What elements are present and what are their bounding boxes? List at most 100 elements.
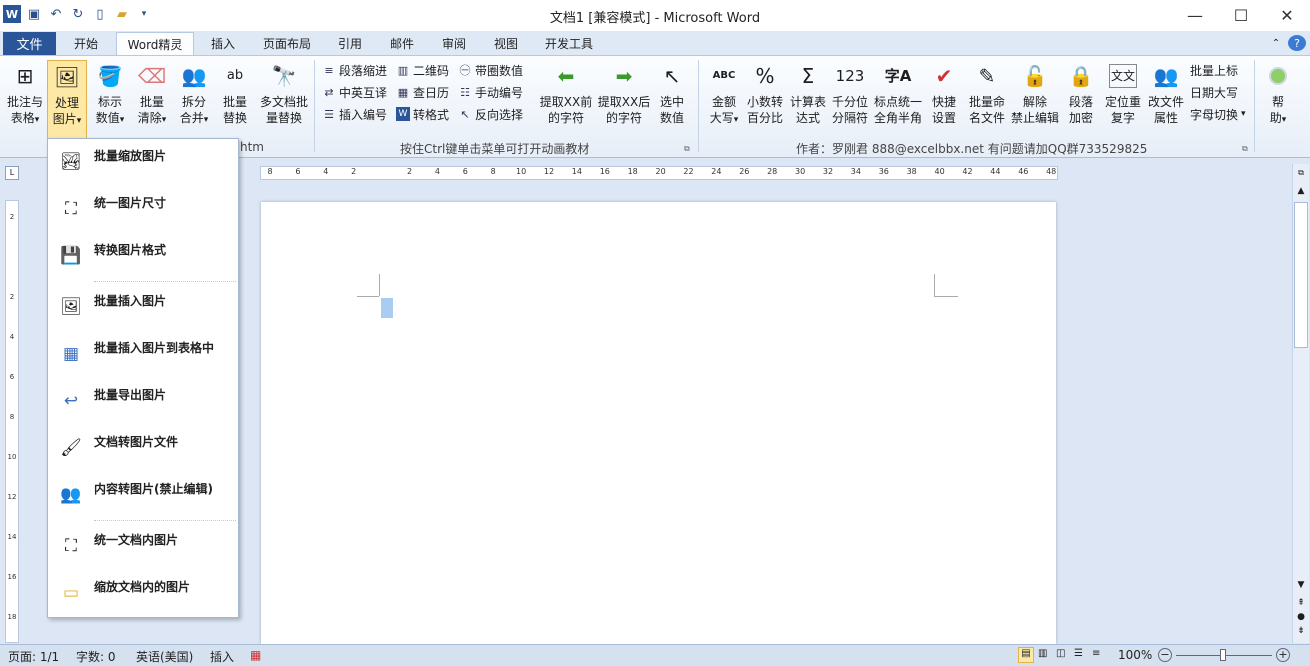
tab-review[interactable]: 审阅 xyxy=(432,32,476,55)
qrcode-button[interactable]: ▥ 二维码 xyxy=(396,61,449,79)
menu-item-batch-insert-images-into-table[interactable]: ▦ 批量插入图片到表格中 xyxy=(48,333,238,373)
scroll-down-icon[interactable]: ▼ xyxy=(1294,580,1308,594)
mark-values-button[interactable]: 🪣 标示 数值▾ xyxy=(90,60,130,128)
print-layout-view-icon[interactable]: ▤ xyxy=(1018,647,1034,663)
help-icon[interactable]: ? xyxy=(1288,35,1306,51)
zoom-in-icon[interactable]: + xyxy=(1276,648,1290,662)
reading-view-icon[interactable]: ▥ xyxy=(1038,648,1047,659)
previous-page-icon[interactable]: ⇞ xyxy=(1294,598,1308,612)
manual-numbering-button[interactable]: ☷ 手动编号 xyxy=(458,83,523,101)
convert-format-button[interactable]: W 转格式 xyxy=(396,105,449,123)
menu-item-convert-image-format[interactable]: 💾 转换图片格式 xyxy=(48,235,238,275)
remove-edit-restriction-button[interactable]: 🔓 解除 禁止编辑 xyxy=(1010,60,1060,126)
locate-duplicate-button[interactable]: 文文 定位重 复字 xyxy=(1102,60,1144,126)
unlock-icon: 🔓 xyxy=(1022,64,1048,88)
menu-item-document-to-image-file[interactable]: 🖌 文档转图片文件 xyxy=(48,427,238,467)
tab-file[interactable]: 文件 xyxy=(3,32,56,55)
ruler-tick-label: 32 xyxy=(822,167,834,176)
button-label: 标点统一 xyxy=(873,95,922,109)
batch-replace-button[interactable]: ab 批量 替换 xyxy=(216,60,254,126)
quick-settings-button[interactable]: ✔ 快捷 设置 xyxy=(926,60,962,126)
punctuation-width-button[interactable]: 字A 标点统一 全角半角 xyxy=(872,60,924,126)
list-icon: ☷ xyxy=(460,85,470,99)
translate-button[interactable]: ⇄ 中英互译 xyxy=(322,83,387,101)
browse-object-icon[interactable]: ● xyxy=(1294,612,1308,626)
zoom-level[interactable]: 100% xyxy=(1118,648,1152,662)
multi-doc-replace-button[interactable]: 🔭 多文档批 量替换 xyxy=(258,60,310,126)
tab-references[interactable]: 引用 xyxy=(328,32,372,55)
select-values-button[interactable]: ↖ 选中 数值 xyxy=(654,60,690,126)
view-ruler-icon[interactable]: ⧉ xyxy=(1294,168,1308,182)
outline-view-icon[interactable]: ☰ xyxy=(1074,648,1083,659)
collapse-ribbon-icon[interactable]: ⌃ xyxy=(1268,32,1284,55)
vertical-scrollbar[interactable]: ⧉ ▲ ▼ ⇞ ● ⇟ xyxy=(1292,164,1309,643)
maximize-button[interactable]: ☐ xyxy=(1218,0,1264,30)
scroll-up-icon[interactable]: ▲ xyxy=(1294,186,1308,200)
menu-item-unify-image-size[interactable]: ⛶ 统一图片尺寸 xyxy=(48,188,238,228)
ruler-tick-label: 8 xyxy=(267,167,273,176)
calendar-button[interactable]: ▦ 查日历 xyxy=(396,83,449,101)
reverse-select-button[interactable]: ↖ 反向选择 xyxy=(458,105,523,123)
menu-item-content-to-image-no-edit[interactable]: 👥 内容转图片(禁止编辑) xyxy=(48,474,238,514)
tab-developer[interactable]: 开发工具 xyxy=(536,32,602,55)
lock-icon: 🔒 xyxy=(1068,64,1094,88)
zoom-slider-thumb[interactable] xyxy=(1220,649,1226,661)
tab-word-jingling[interactable]: Word精灵 xyxy=(116,32,194,55)
barcode-icon: ▥ xyxy=(397,63,409,77)
batch-superscript-button[interactable]: 批量上标 xyxy=(1190,61,1238,79)
page-count[interactable]: 页面: 1/1 xyxy=(8,648,59,665)
process-images-button[interactable]: 🖼 处理 图片▾ xyxy=(47,60,87,140)
insert-numbering-button[interactable]: ☰ 插入编号 xyxy=(322,105,387,123)
zoom-out-icon[interactable]: − xyxy=(1158,648,1172,662)
change-file-properties-button[interactable]: 👥 改文件 属性 xyxy=(1146,60,1186,126)
extract-before-button[interactable]: ⬅ 提取XX前 的字符 xyxy=(538,60,594,126)
close-button[interactable]: ✕ xyxy=(1264,0,1310,30)
batch-clear-button[interactable]: ⌫ 批量 清除▾ xyxy=(132,60,172,128)
insert-mode-indicator[interactable]: 插入 xyxy=(210,648,234,665)
letter-switch-button[interactable]: 字母切换 ▾ xyxy=(1190,105,1246,123)
tab-view[interactable]: 视图 xyxy=(484,32,528,55)
tab-mailings[interactable]: 邮件 xyxy=(380,32,424,55)
word-count[interactable]: 字数: 0 xyxy=(76,648,116,665)
circled-number-button[interactable]: ㊀带圈数值 xyxy=(458,61,524,79)
eraser-icon: ⌫ xyxy=(137,64,167,88)
amount-uppercase-button[interactable]: ABC 金额 大写▾ xyxy=(704,60,744,128)
paragraph-indent-button[interactable]: ≡ 段落缩进 xyxy=(322,61,387,79)
word-format-icon: W xyxy=(396,107,410,121)
split-merge-button[interactable]: 👥 拆分 合并▾ xyxy=(174,60,214,128)
scroll-thumb[interactable] xyxy=(1294,202,1308,348)
batch-rename-button[interactable]: ✎ 批量命 名文件 xyxy=(966,60,1008,126)
tab-insert[interactable]: 插入 xyxy=(200,32,246,55)
decimal-percent-button[interactable]: % 小数转 百分比 xyxy=(744,60,786,126)
extract-after-button[interactable]: ➡ 提取XX后 的字符 xyxy=(596,60,652,126)
calculate-expression-button[interactable]: Σ 计算表 达式 xyxy=(788,60,828,126)
menu-item-batch-export-images[interactable]: ↩ 批量导出图片 xyxy=(48,380,238,420)
paragraph-encrypt-button[interactable]: 🔒 段落 加密 xyxy=(1064,60,1098,126)
comment-table-button[interactable]: ⊞ 批注与 表格▾ xyxy=(4,60,46,128)
menu-item-batch-scale-images[interactable]: 🏞 批量缩放图片 xyxy=(48,141,238,181)
thousands-separator-button[interactable]: 123 千分位 分隔符 xyxy=(830,60,870,126)
help-button[interactable]: 帮 助▾ xyxy=(1262,60,1294,128)
tab-page-layout[interactable]: 页面布局 xyxy=(254,32,320,55)
menu-item-unify-document-images[interactable]: ⛶ 统一文档内图片 xyxy=(48,525,238,565)
next-page-icon[interactable]: ⇟ xyxy=(1294,626,1308,640)
minimize-button[interactable]: — xyxy=(1172,0,1218,30)
horizontal-ruler[interactable]: 8 6 4 2 2 4 6 8 10 12 14 16 18 20 22 24 26 28 30 32 34 36 38 40… xyxy=(260,166,1058,180)
document-page[interactable] xyxy=(261,202,1056,644)
menu-item-scale-document-images[interactable]: ▭ 缩放文档内的图片 xyxy=(48,572,238,612)
date-uppercase-button[interactable]: 日期大写 xyxy=(1190,83,1238,101)
button-label: 金额 xyxy=(711,95,736,109)
menu-item-batch-insert-images[interactable]: 🖼 批量插入图片 xyxy=(48,286,238,326)
web-layout-view-icon[interactable]: ◫ xyxy=(1056,648,1065,659)
macro-record-icon[interactable]: ▦ xyxy=(250,648,261,662)
tab-selector-icon[interactable]: L xyxy=(5,166,19,180)
dialog-launcher-icon[interactable]: ⧉ xyxy=(1242,140,1248,158)
vertical-ruler[interactable]: 2 2 4 6 8 10 12 14 16 18 xyxy=(5,200,19,643)
number-123-icon: 123 xyxy=(835,67,865,85)
grid-icon: ⊞ xyxy=(16,64,34,88)
tab-home[interactable]: 开始 xyxy=(64,32,108,55)
draft-view-icon[interactable]: ≡ xyxy=(1092,648,1100,659)
language-indicator[interactable]: 英语(美国) xyxy=(136,648,193,665)
dialog-launcher-icon[interactable]: ⧉ xyxy=(684,140,690,158)
button-label: 字母切换 xyxy=(1190,107,1239,122)
